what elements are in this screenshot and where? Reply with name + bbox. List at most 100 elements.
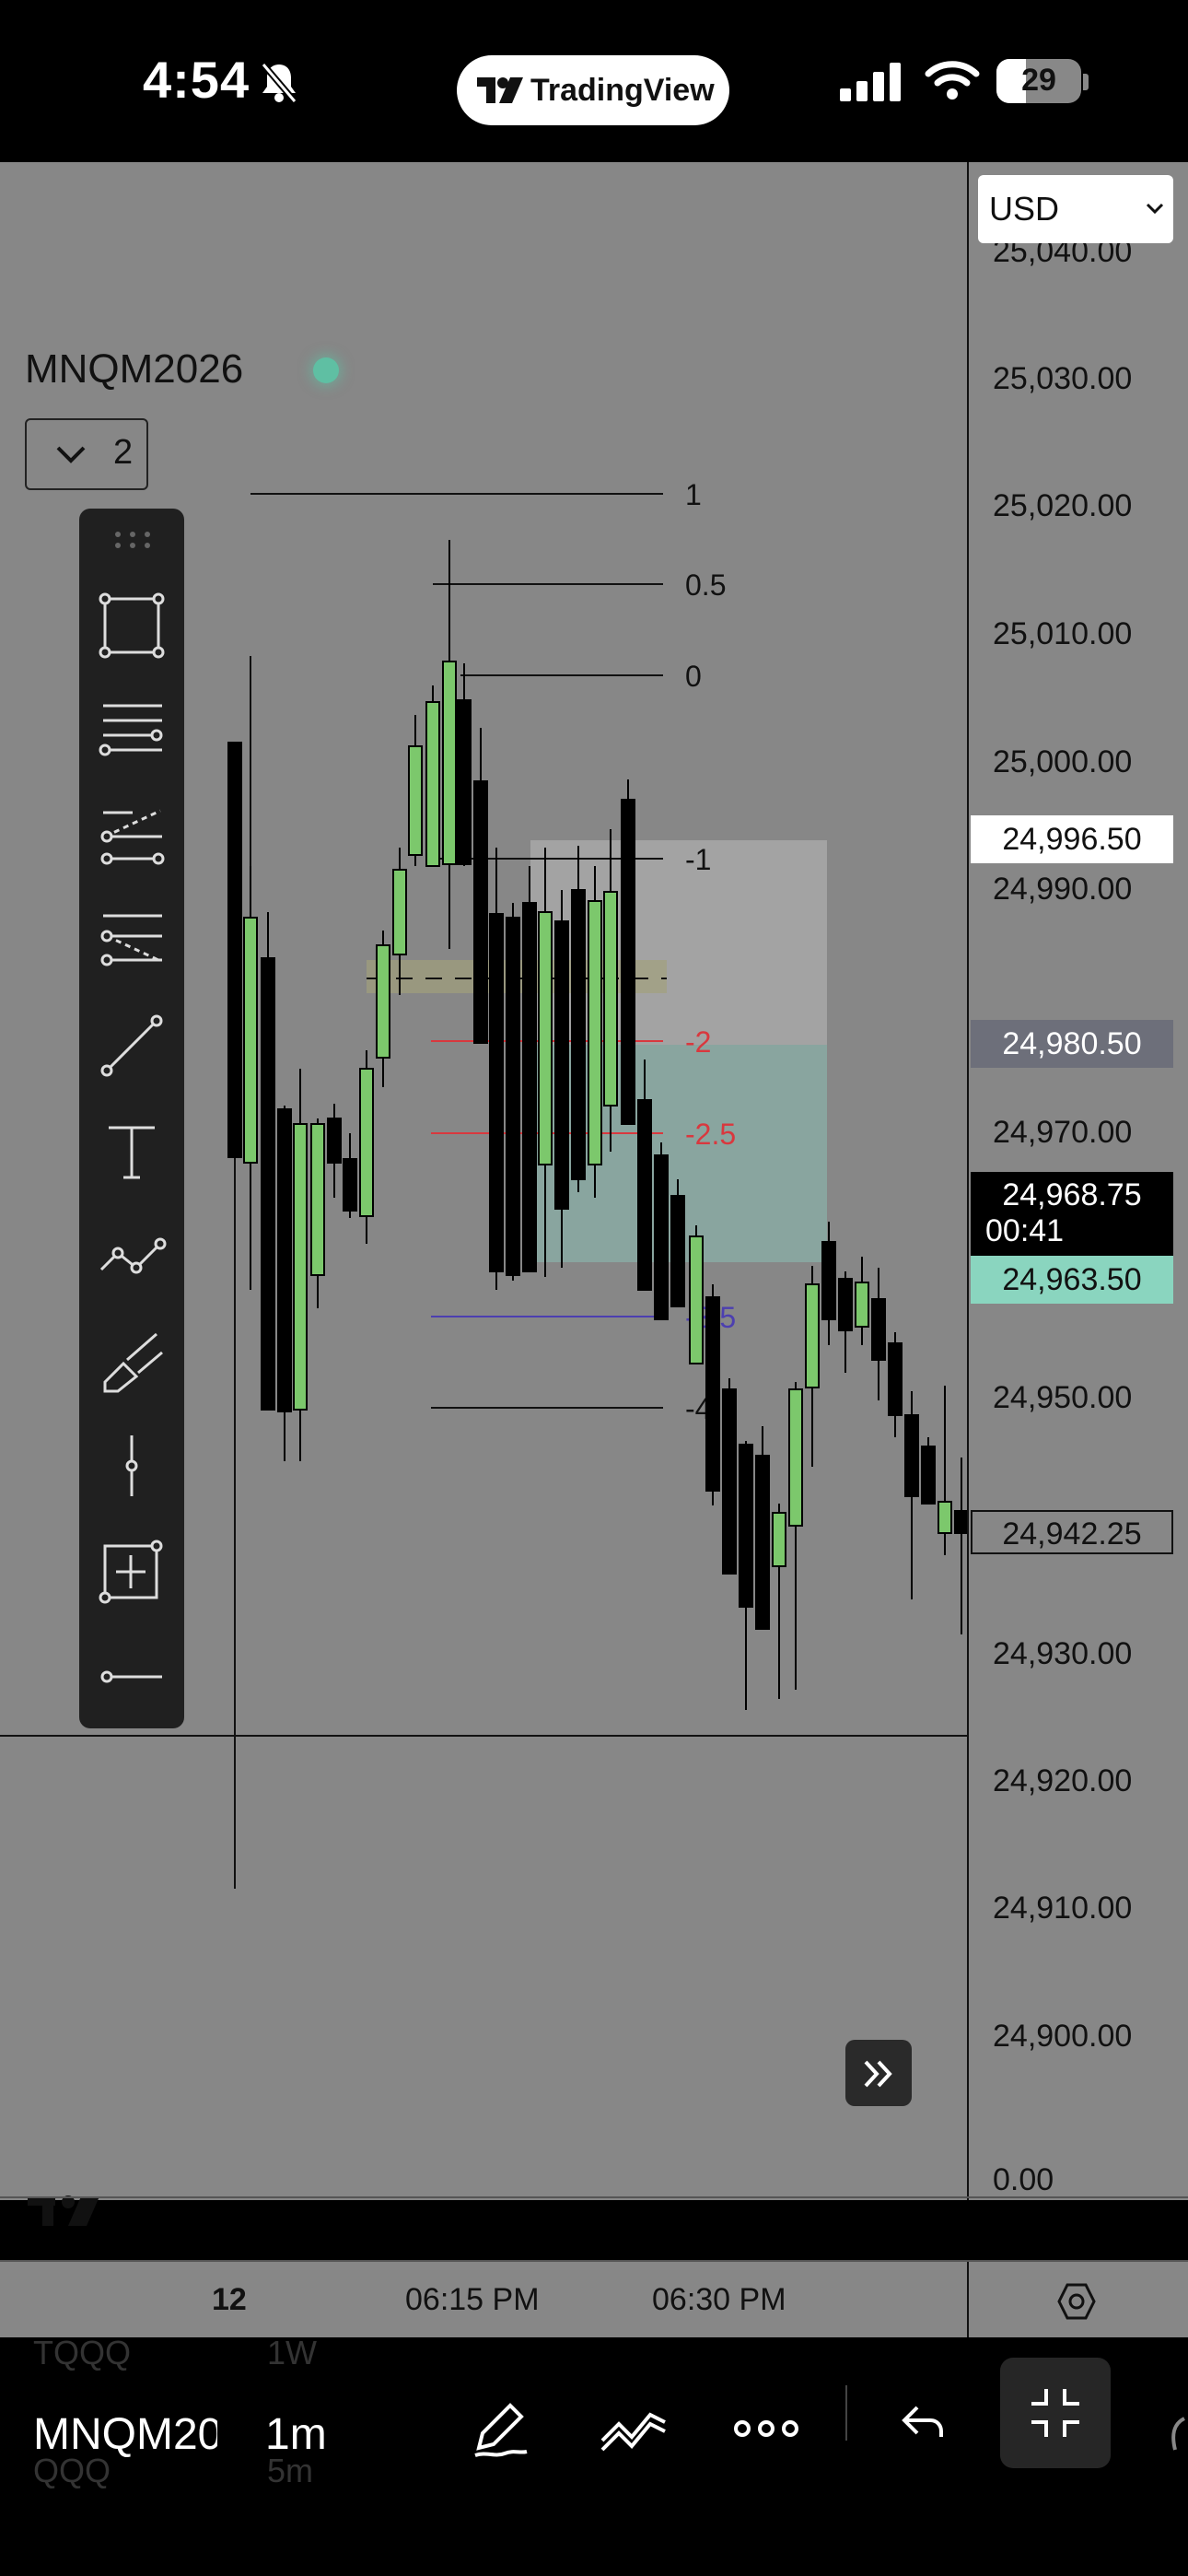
indicators-icon[interactable] [599,2396,669,2461]
candle-down [489,913,504,1272]
fib-level-label: -1 [685,843,711,876]
candle-up [938,1501,952,1534]
market-open-dot [313,357,339,383]
horizontal-ray-icon[interactable] [96,1640,168,1712]
candle-down [227,742,242,1158]
ghost-interval-above: 1W [267,2334,317,2371]
fib-level-label: -2 [685,1025,711,1059]
candlestick-series [227,540,967,1710]
last-price: 24,968.75 [1002,1177,1142,1212]
candle-up [392,869,407,955]
crosshair-price-badge: 24,942.25 [971,1510,1173,1554]
pattern-icon[interactable] [96,1220,168,1292]
candle-down [739,1444,753,1608]
double-chevron-right-icon [864,2060,892,2088]
currency-select[interactable]: USD [978,175,1173,243]
price-axis-label: 25,010.00 [993,616,1133,651]
price-axis-label: 25,000.00 [993,744,1133,779]
trend-line-icon[interactable] [96,1010,168,1082]
bottom-toolbar[interactable]: TQQQ MNQM20 QQQ 1W 1m 5m [0,2334,1188,2576]
fib-level-label: 0 [685,660,702,693]
price-axis-label: 24,910.00 [993,1891,1133,1926]
settings-hex-icon[interactable] [1057,2282,1096,2321]
candle-up [376,944,390,1059]
candle-down [722,1388,737,1575]
rectangle-icon[interactable] [96,590,168,662]
candle-up [538,911,553,1165]
candle-down [506,917,520,1276]
price-axis-label: 24,900.00 [993,2019,1133,2054]
price-axis-label: 24,950.00 [993,1380,1133,1415]
battery-tip [1083,74,1089,90]
candle-down [343,1158,357,1212]
ghost-interval-below: 5m [267,2452,314,2489]
pen-icon[interactable] [468,2396,532,2461]
wifi-icon [925,61,980,100]
measure-icon[interactable] [96,1535,168,1607]
indicators-count: 2 [113,433,134,472]
candle-down [954,1510,967,1534]
candle-up [408,745,423,856]
currency-value: USD [989,190,1060,228]
time-axis[interactable]: 12 06:15 PM 06:30 PM [0,2262,1188,2337]
candle-down [637,1099,652,1291]
bar-countdown: 00:41 [985,1213,1065,1248]
fib-retracement-icon[interactable] [96,905,168,977]
price-axis-label: 24,930.00 [993,1636,1133,1671]
candle-up [359,1068,374,1217]
price-axis-label: 24,990.00 [993,872,1133,907]
clock: 4:54 [143,51,250,109]
time-label-day: 12 [212,2282,247,2317]
drag-handle-icon[interactable] [114,531,151,549]
ghost-symbol-below: QQQ [33,2452,111,2489]
candle-up [293,1123,308,1411]
undo-icon[interactable] [899,2398,947,2444]
price-axis-label: 25,020.00 [993,488,1133,523]
candle-up [243,917,258,1164]
candle-down [755,1455,770,1630]
scroll-to-realtime-button[interactable] [845,2040,912,2106]
overflow-hint-icon [1171,2417,1186,2451]
candle-down [670,1195,685,1307]
candle-down [327,1118,342,1164]
candle-up [788,1388,803,1527]
fib-level-label: -2.5 [685,1118,736,1151]
status-bar: 4:54 TradingView 29 [0,0,1188,162]
chevron-down-icon [56,446,86,463]
target-price-badge: 24,963.50 [971,1256,1173,1304]
price-axis-label: 25,030.00 [993,361,1133,396]
fib-level-label: 0.5 [685,568,726,602]
tradingview-pill[interactable]: TradingView [457,55,729,125]
vertical-line-icon[interactable] [96,1430,168,1502]
tradingview-watermark-icon [28,2195,99,2226]
text-icon[interactable] [96,1115,168,1187]
pill-label: TradingView [530,73,715,108]
candle-down [705,1296,720,1492]
brush-icon[interactable] [96,1325,168,1397]
candle-up [442,661,457,865]
candle-down [277,1108,292,1412]
pitchfork-icon[interactable] [96,800,168,872]
candle-down [904,1414,919,1497]
time-label-0615: 06:15 PM [405,2282,540,2317]
battery-level: 29 [1021,63,1056,98]
battery-indicator: 29 [996,59,1081,103]
tradingview-logo-icon [477,77,523,103]
exit-fullscreen-button[interactable] [1000,2358,1111,2468]
candle-down [261,957,275,1411]
candle-down [838,1278,853,1331]
indicators-toggle-button[interactable]: 2 [25,418,148,490]
candle-up [588,900,602,1165]
price-badge-top: 24,996.50 [971,815,1173,863]
collapse-icon [1031,2389,1079,2437]
drawing-toolbar[interactable] [79,509,184,1728]
candle-up [425,701,440,867]
more-icon[interactable] [733,2415,799,2442]
horizontal-lines-icon[interactable] [96,695,168,767]
price-axis-label: 24,970.00 [993,1115,1133,1150]
fib-level-label: 1 [685,478,702,511]
candle-down [457,699,472,865]
symbol-title[interactable]: MNQM2026 [25,346,243,392]
price-axis-label: 0.00 [993,2162,1054,2197]
candle-down [654,1154,669,1320]
